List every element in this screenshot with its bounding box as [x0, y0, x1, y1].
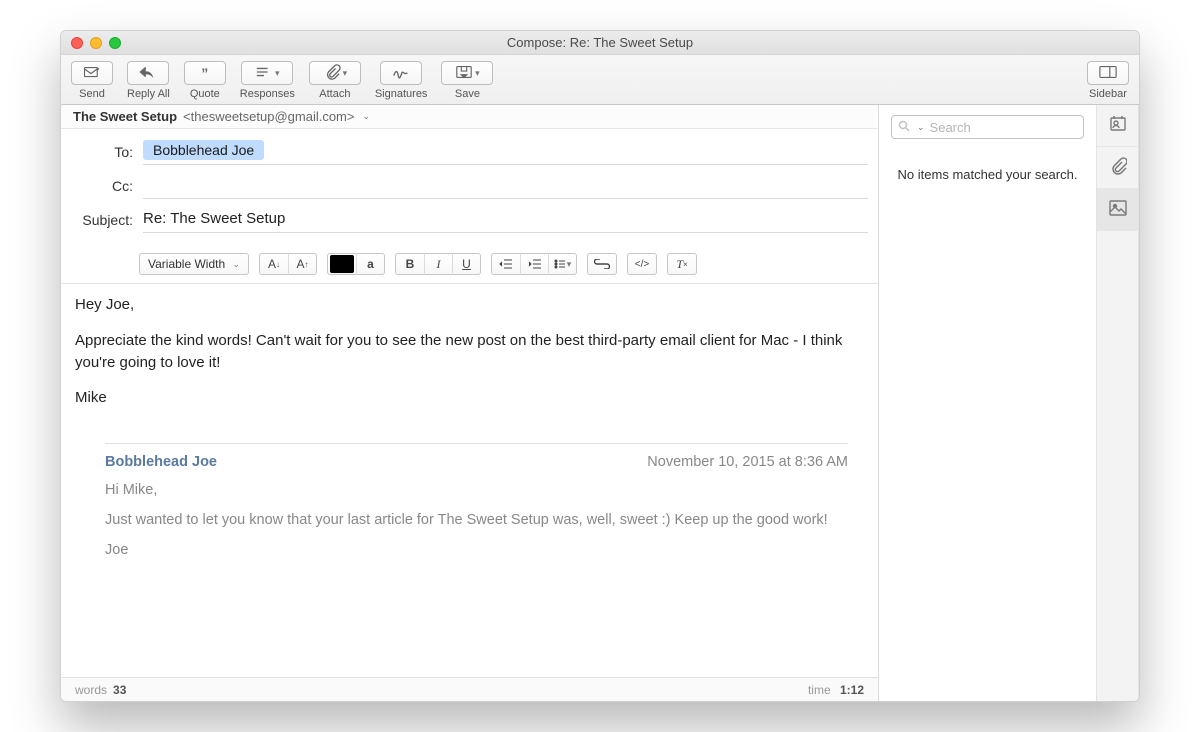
sidebar-toggle-button[interactable]: Sidebar: [1087, 61, 1129, 100]
sidebar-icon: [1099, 64, 1117, 83]
send-button[interactable]: Send: [71, 61, 113, 100]
list-menu-button[interactable]: ▾: [548, 253, 576, 275]
sidebar-search-input[interactable]: ⌄ Search: [891, 115, 1084, 139]
list-group: ▾: [491, 253, 577, 275]
chevron-down-icon: ▾: [567, 259, 572, 270]
time-label: time: [808, 683, 831, 697]
sidebar: ⌄ Search No items matched your search.: [879, 105, 1139, 701]
compose-panel: The Sweet Setup <thesweetsetup@gmail.com…: [61, 105, 879, 701]
color-swatch-icon: [330, 255, 354, 273]
chevron-down-icon: ⌄: [232, 259, 240, 270]
recipient-token[interactable]: Bobblehead Joe: [143, 140, 264, 160]
clear-format-button[interactable]: T×: [667, 253, 697, 275]
from-account-selector[interactable]: The Sweet Setup <thesweetsetup@gmail.com…: [61, 105, 878, 129]
window-title: Compose: Re: The Sweet Setup: [61, 35, 1139, 50]
sidebar-empty-message: No items matched your search.: [891, 167, 1084, 182]
titlebar: Compose: Re: The Sweet Setup: [61, 31, 1139, 55]
responses-button[interactable]: ▾ Responses: [240, 61, 295, 100]
quoted-message: Bobblehead Joe November 10, 2015 at 8:36…: [105, 443, 848, 572]
message-body[interactable]: Hey Joe, Appreciate the kind words! Can'…: [61, 284, 878, 433]
underline-button[interactable]: U: [452, 253, 480, 275]
send-icon: [83, 64, 101, 83]
subject-label: Subject:: [71, 212, 133, 228]
attach-button[interactable]: ▾ Attach: [309, 61, 361, 100]
outdent-button[interactable]: [492, 253, 520, 275]
quote-button[interactable]: ” Quote: [184, 61, 226, 100]
italic-button[interactable]: I: [424, 253, 452, 275]
cc-field[interactable]: [143, 173, 868, 199]
highlight-color-button[interactable]: a: [356, 253, 384, 275]
chevron-down-icon: ▾: [475, 68, 480, 79]
signatures-button[interactable]: Signatures: [375, 61, 428, 100]
chevron-down-icon: ▾: [275, 68, 280, 79]
compose-window: Compose: Re: The Sweet Setup Send Reply …: [60, 30, 1140, 702]
decrease-font-button[interactable]: A↓: [260, 253, 288, 275]
indent-button[interactable]: [520, 253, 548, 275]
to-field[interactable]: Bobblehead Joe: [143, 139, 868, 165]
chevron-down-icon: ▾: [343, 68, 348, 79]
increase-font-button[interactable]: A↑: [288, 253, 316, 275]
images-tab[interactable]: [1097, 189, 1138, 231]
to-label: To:: [71, 144, 133, 160]
code-button[interactable]: </>: [627, 253, 657, 275]
save-icon: [455, 64, 473, 83]
paperclip-icon: [323, 64, 341, 83]
toolbar: Send Reply All ” Quote ▾ Responses ▾ Att…: [61, 55, 1139, 105]
reply-all-icon: [139, 64, 157, 83]
image-icon: [1109, 199, 1127, 220]
clear-format-icon: T×: [668, 253, 696, 275]
quote-icon: ”: [201, 65, 208, 81]
paperclip-icon: [1109, 157, 1127, 178]
code-icon: </>: [628, 253, 656, 275]
chevron-down-icon: ⌄: [917, 122, 925, 133]
signature-icon: [392, 64, 410, 83]
sidebar-tab-strip: [1096, 105, 1138, 701]
chevron-down-icon: ⌄: [362, 111, 370, 122]
bold-button[interactable]: B: [396, 253, 424, 275]
time-value: 1:12: [840, 683, 864, 697]
status-bar: words 33 time 1:12: [61, 677, 878, 701]
search-icon: [898, 120, 910, 135]
color-group: a: [327, 253, 385, 275]
link-icon: [588, 253, 616, 275]
save-button[interactable]: ▾ Save: [441, 61, 493, 100]
link-button[interactable]: [587, 253, 617, 275]
quoted-sender: Bobblehead Joe: [105, 454, 217, 470]
reply-all-button[interactable]: Reply All: [127, 61, 170, 100]
word-count-label: words: [75, 683, 107, 697]
responses-icon: [255, 64, 273, 83]
font-size-group: A↓ A↑: [259, 253, 317, 275]
font-family-select[interactable]: Variable Width ⌄: [139, 253, 249, 275]
word-count-value: 33: [113, 683, 126, 697]
attachments-tab[interactable]: [1097, 147, 1138, 189]
format-toolbar: Variable Width ⌄ A↓ A↑ a B I U: [61, 247, 878, 284]
style-group: B I U: [395, 253, 481, 275]
subject-field[interactable]: Re: The Sweet Setup: [143, 207, 868, 233]
text-color-button[interactable]: [328, 253, 356, 275]
quoted-date: November 10, 2015 at 8:36 AM: [647, 454, 848, 470]
cc-label: Cc:: [71, 178, 133, 194]
contacts-icon: [1109, 115, 1127, 136]
contacts-tab[interactable]: [1097, 105, 1138, 147]
